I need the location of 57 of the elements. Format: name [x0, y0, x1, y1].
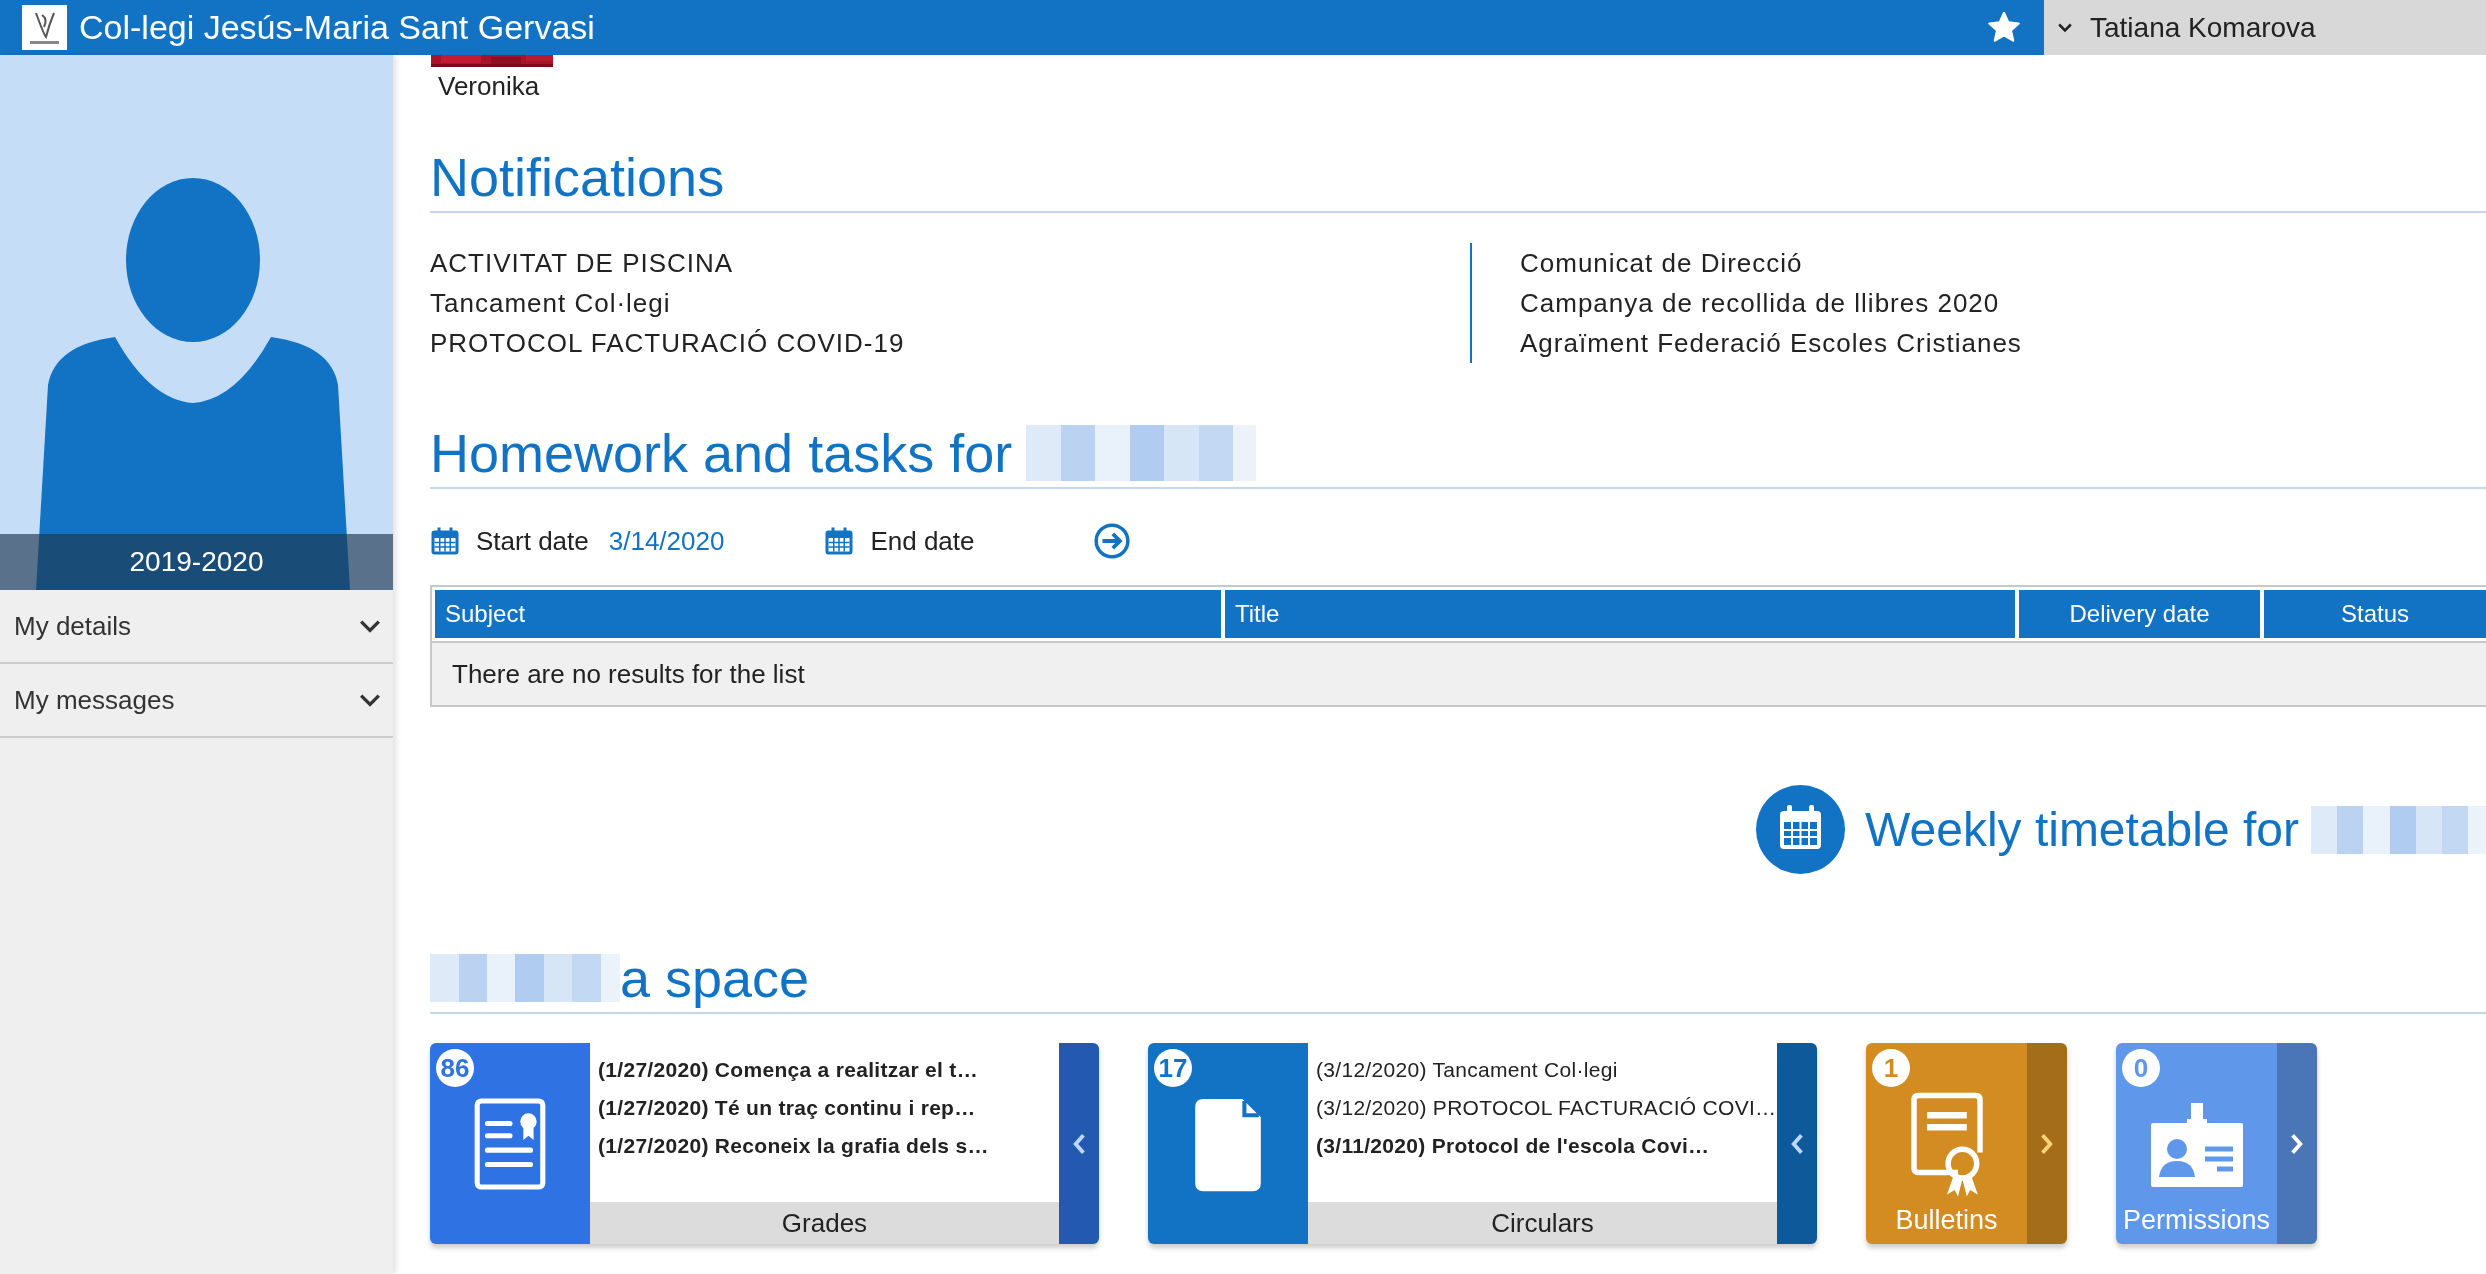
- sidebar-item[interactable]: My details: [0, 590, 393, 664]
- chevron-left-icon: [1072, 1132, 1086, 1155]
- caret-icon: [2058, 22, 2072, 33]
- notification-link[interactable]: ACTIVITAT DE PISCINA: [430, 243, 1470, 283]
- chevron-down-icon: [359, 619, 381, 633]
- tile-arrow-bar[interactable]: [2277, 1043, 2317, 1244]
- tile-arrow-bar[interactable]: [2027, 1043, 2067, 1244]
- user-menu-button[interactable]: Tatiana Komarova: [2044, 0, 2486, 55]
- tile-entry-link[interactable]: (3/12/2020) Tancament Col·legi: [1316, 1051, 1777, 1089]
- timetable-link[interactable]: Weekly timetable for: [1865, 802, 2299, 857]
- calendar-icon[interactable]: [430, 526, 460, 556]
- notification-link[interactable]: Agraïment Federació Escoles Cristianes: [1520, 323, 2022, 363]
- sidebar-item[interactable]: My messages: [0, 664, 393, 738]
- section-heading: a space: [620, 947, 810, 1010]
- start-date-label: Start date: [476, 525, 589, 557]
- tile-label: Permissions: [2122, 1205, 2270, 1236]
- empty-message: There are no results for the list: [452, 658, 805, 690]
- column-header[interactable]: Subject: [435, 590, 1221, 638]
- notification-link[interactable]: Campanya de recollida de llibres 2020: [1520, 283, 2022, 323]
- tile-label: Circulars: [1308, 1202, 1777, 1244]
- tile-entry-link[interactable]: (3/11/2020) Protocol de l'escola Covi…: [1316, 1127, 1777, 1165]
- avatar-silhouette-icon: [36, 175, 350, 590]
- calendar-icon[interactable]: [1756, 785, 1846, 874]
- school-year: 2019-2020: [0, 534, 393, 590]
- chevron-left-icon: [1790, 1132, 1804, 1155]
- count-badge: 86: [436, 1049, 474, 1087]
- notification-link[interactable]: Comunicat de Direcció: [1520, 243, 2022, 283]
- count-badge: 1: [1872, 1049, 1910, 1087]
- arrow-right-circle-icon[interactable]: [1092, 522, 1131, 560]
- start-date-field[interactable]: 3/14/2020: [608, 525, 725, 557]
- notification-link[interactable]: PROTOCOL FACTURACIÓ COVID-19: [430, 323, 1470, 363]
- tile-arrow-bar[interactable]: [1777, 1043, 1817, 1244]
- count-badge: 17: [1154, 1049, 1192, 1087]
- section-heading: Notifications: [430, 145, 2486, 213]
- section-heading: Homework and tasks for: [430, 422, 1013, 485]
- tile-arrow-bar[interactable]: [1059, 1043, 1099, 1244]
- chevron-right-icon: [2040, 1132, 2054, 1155]
- chevron-right-icon: [2290, 1132, 2304, 1155]
- notification-link[interactable]: Tancament Col·legi: [430, 283, 1470, 323]
- tile-entry-link[interactable]: (1/27/2020) Comença a realitzar el t…: [598, 1051, 1059, 1089]
- school-logo-icon[interactable]: [22, 5, 67, 50]
- tile-entry-link[interactable]: (1/27/2020) Té un traç continu i rep…: [598, 1089, 1059, 1127]
- tile-label: Bulletins: [1895, 1205, 1998, 1236]
- column-header[interactable]: Delivery date: [2019, 590, 2260, 638]
- end-date-label: End date: [870, 525, 975, 557]
- tile-label: Grades: [590, 1202, 1059, 1244]
- column-header[interactable]: Status: [2264, 590, 2486, 638]
- school-title: Col-legi Jesús-Maria Sant Gervasi: [79, 8, 595, 47]
- tile-entry-link[interactable]: (1/27/2020) Reconeix la grafia dels s…: [598, 1127, 1059, 1165]
- tile-entry-link[interactable]: (3/12/2020) PROTOCOL FACTURACIÓ COVI…: [1316, 1089, 1777, 1127]
- count-badge: 0: [2122, 1049, 2160, 1087]
- chevron-down-icon: [359, 693, 381, 707]
- column-header[interactable]: Title: [1225, 590, 2015, 638]
- module-tile[interactable]: 86 (1/27/2020) Comença a realitzar el t… (1/27/2020) Té un traç continu i rep… (1/27/2020) Reconeix la grafia dels s… Grades: [430, 1043, 1099, 1244]
- module-tile[interactable]: 17 (3/12/2020) Tancament Col·legi (3/12/2020) PROTOCOL FACTURACIÓ COVI… (3/11/2020) Protocol de l'escola Covi… Circulars: [1148, 1043, 1817, 1244]
- calendar-icon[interactable]: [824, 526, 855, 556]
- student-name: Veronika: [438, 70, 540, 103]
